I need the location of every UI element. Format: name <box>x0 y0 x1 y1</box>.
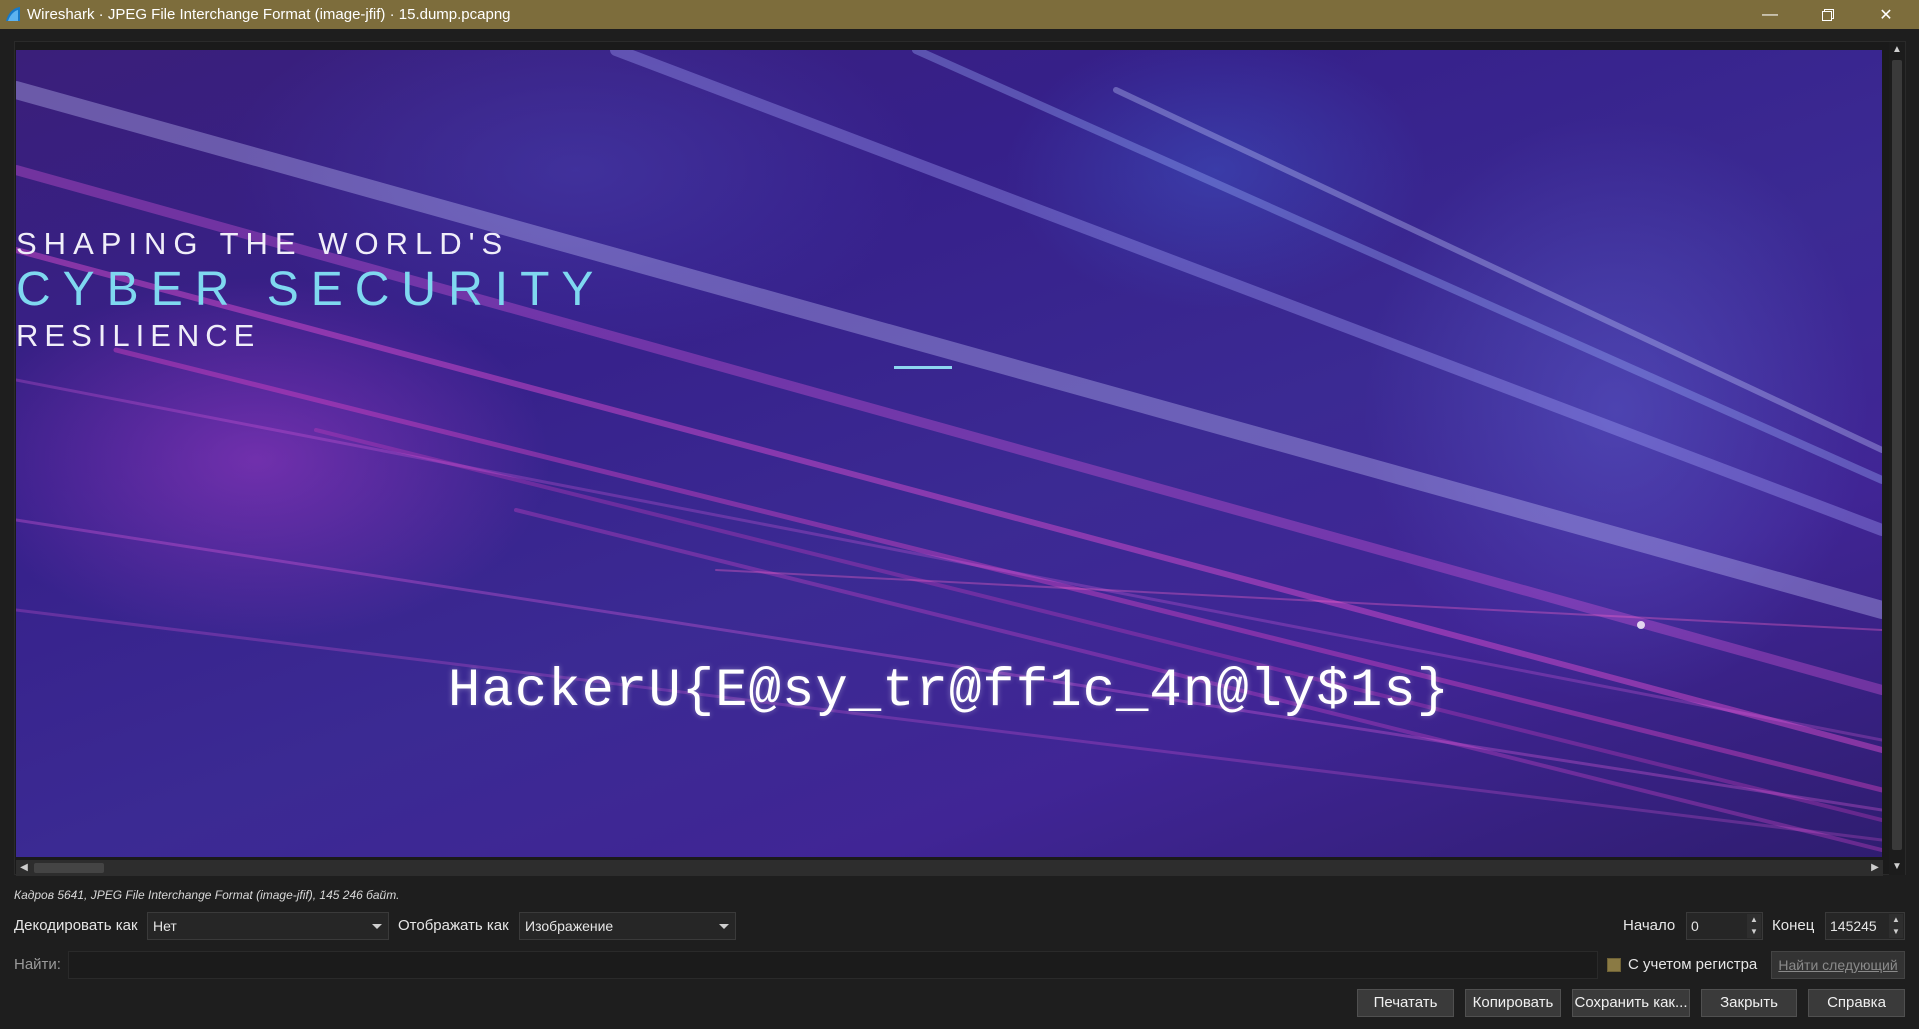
window-title: Wireshark · JPEG File Interchange Format… <box>27 6 511 23</box>
close-icon[interactable]: ✕ <box>1857 0 1915 29</box>
horizontal-scrollbar[interactable]: ◀ ▶ <box>16 860 1883 876</box>
image-heading-line1: SHAPING THE WORLD'S <box>16 226 510 261</box>
frame-info: Кадров 5641, JPEG File Interchange Forma… <box>14 888 400 902</box>
end-value: 145245 <box>1830 918 1877 934</box>
scroll-right-icon[interactable]: ▶ <box>1867 860 1883 876</box>
find-input[interactable] <box>68 951 1598 979</box>
find-label: Найти: <box>14 956 61 973</box>
vertical-scrollbar[interactable]: ▲ ▼ <box>1889 42 1905 875</box>
chevron-down-icon <box>372 924 382 929</box>
vertical-scroll-thumb[interactable] <box>1892 60 1902 850</box>
start-spinbox[interactable]: 0 ▲ ▼ <box>1686 912 1763 940</box>
wireshark-icon <box>6 7 20 21</box>
spin-down-icon[interactable]: ▼ <box>1747 926 1761 938</box>
decode-as-select[interactable]: Нет <box>147 912 389 940</box>
find-next-button[interactable]: Найти следующий <box>1771 951 1905 979</box>
image-heading-line2: CYBER SECURITY <box>16 263 606 316</box>
end-spinbox[interactable]: 145245 ▲ ▼ <box>1825 912 1905 940</box>
copy-button[interactable]: Копировать <box>1465 989 1561 1017</box>
decoded-image: SHAPING THE WORLD'S CYBER SECURITY RESIL… <box>16 50 1882 857</box>
start-value: 0 <box>1691 918 1699 934</box>
spin-up-icon[interactable]: ▲ <box>1889 914 1903 926</box>
title-bar: Wireshark · JPEG File Interchange Format… <box>0 0 1919 29</box>
restore-icon[interactable] <box>1799 0 1857 29</box>
help-button[interactable]: Справка <box>1808 989 1905 1017</box>
print-button[interactable]: Печатать <box>1357 989 1454 1017</box>
light-streaks <box>16 50 1882 852</box>
show-as-select[interactable]: Изображение <box>519 912 736 940</box>
flag-text: HackerU{E@sy_tr@ff1c_4n@ly$1s} <box>447 661 1451 722</box>
decode-as-label: Декодировать как <box>14 917 138 934</box>
horizontal-scroll-thumb[interactable] <box>34 863 104 873</box>
decode-as-value: Нет <box>153 918 177 934</box>
image-heading-line3: RESILIENCE <box>16 318 261 353</box>
case-sensitive-label: С учетом регистра <box>1628 956 1758 973</box>
scroll-up-icon[interactable]: ▲ <box>1889 42 1905 58</box>
chevron-down-icon <box>719 924 729 929</box>
show-as-value: Изображение <box>525 918 614 934</box>
scroll-left-icon[interactable]: ◀ <box>16 860 32 876</box>
close-button[interactable]: Закрыть <box>1701 989 1797 1017</box>
image-viewer[interactable]: SHAPING THE WORLD'S CYBER SECURITY RESIL… <box>14 41 1906 876</box>
minimize-icon[interactable]: — <box>1741 0 1799 29</box>
scroll-down-icon[interactable]: ▼ <box>1889 859 1905 875</box>
spin-down-icon[interactable]: ▼ <box>1889 926 1903 938</box>
end-label: Конец <box>1772 917 1815 934</box>
spin-up-icon[interactable]: ▲ <box>1747 914 1761 926</box>
show-as-label: Отображать как <box>398 917 509 934</box>
case-sensitive-checkbox[interactable] <box>1607 958 1621 972</box>
save-as-button[interactable]: Сохранить как... <box>1572 989 1690 1017</box>
start-label: Начало <box>1623 917 1676 934</box>
heading-underline <box>894 366 952 369</box>
